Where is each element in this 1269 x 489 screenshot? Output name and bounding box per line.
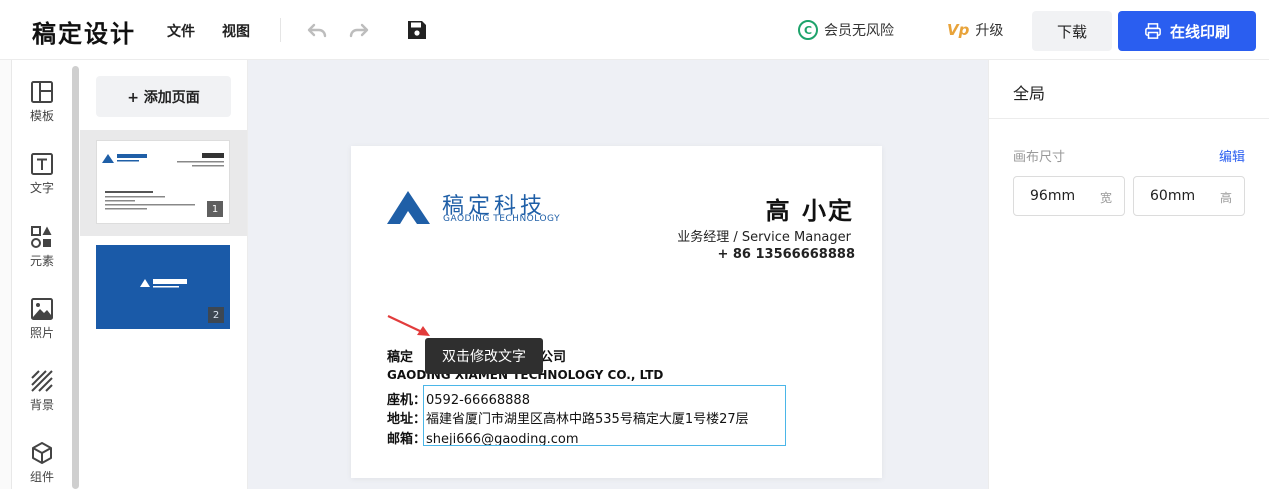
sidebar-item-label: 背景 (29, 398, 54, 412)
upgrade-label: 升级 (975, 23, 1004, 39)
menu-view[interactable]: 视图 (222, 21, 250, 41)
sidebar-item-label: 元素 (29, 254, 54, 268)
page-thumb-2[interactable]: 2 (96, 245, 230, 329)
height-unit-label: 高 (1219, 191, 1232, 205)
upgrade-link[interactable]: Vp 升级 (947, 20, 1003, 40)
address-label: 地址： (387, 412, 427, 427)
properties-panel: 全局 画布尺寸 编辑 96mm 宽 60mm 高 (988, 60, 1269, 489)
card-person-name[interactable]: 高 小定 (766, 191, 854, 226)
sidebar-item-elements[interactable]: 元素 (12, 225, 72, 269)
canvas-width-input[interactable]: 96mm 宽 (1013, 176, 1125, 216)
sidebar-item-label: 组件 (29, 470, 54, 484)
card-mobile[interactable]: + 86 13566668888 (717, 247, 855, 262)
add-page-button[interactable]: + 添加页面 (96, 76, 231, 117)
sidebar-item-photo[interactable]: 照片 (12, 297, 72, 341)
toolbar-divider (280, 18, 281, 42)
menu-file[interactable]: 文件 (167, 21, 195, 41)
vip-no-risk-link[interactable]: C 会员无风险 (798, 20, 894, 40)
brand-logo-icon[interactable] (387, 190, 432, 225)
template-icon (31, 81, 53, 103)
page-number-badge: 1 (207, 201, 223, 217)
top-bar: 稿定设计 文件 视图 C 会员无风险 Vp 升级 下载 在线印刷 (0, 0, 1269, 60)
canvas-size-edit-link[interactable]: 编辑 (1219, 146, 1245, 165)
pages-panel: + 添加页面 1 2 (80, 60, 248, 489)
card-company-cn[interactable]: 稿定 (387, 346, 413, 365)
background-icon (31, 370, 53, 392)
vip-icon: Vp (947, 21, 970, 39)
page-number-badge: 2 (208, 307, 224, 323)
properties-header: 全局 (989, 60, 1269, 119)
pointer-arrow-icon (387, 315, 430, 336)
sidebar-scrollbar[interactable] (72, 66, 79, 489)
redo-icon[interactable] (347, 18, 371, 42)
canvas-size-label: 画布尺寸 (1013, 150, 1066, 165)
card-brand-en[interactable]: GAODING TECHNOLOGY (443, 214, 560, 224)
vip-no-risk-label: 会员无风险 (824, 23, 894, 39)
download-button[interactable]: 下载 (1032, 11, 1112, 51)
page-thumb-1[interactable]: 1 (96, 140, 230, 224)
online-print-button[interactable]: 在线印刷 (1118, 11, 1256, 51)
properties-title: 全局 (1013, 84, 1046, 103)
undo-icon[interactable] (305, 18, 329, 42)
photo-icon (31, 298, 53, 320)
copyright-shield-icon: C (798, 20, 818, 40)
sidebar-item-label: 文字 (29, 181, 54, 195)
card-company-cn-end[interactable]: 公司 (540, 346, 566, 365)
text-selection-box[interactable] (423, 385, 786, 446)
sidebar-item-component[interactable]: 组件 (12, 441, 72, 485)
width-unit-label: 宽 (1099, 191, 1112, 205)
email-label: 邮箱： (387, 432, 427, 447)
save-icon[interactable] (405, 18, 429, 42)
printer-icon (1145, 23, 1161, 39)
text-icon (31, 153, 53, 175)
card-person-title[interactable]: 业务经理 / Service Manager (677, 226, 851, 245)
sidebar-item-label: 模板 (29, 109, 54, 123)
sidebar-item-background[interactable]: 背景 (12, 369, 72, 413)
canvas-height-input[interactable]: 60mm 高 (1133, 176, 1245, 216)
sidebar-item-label: 照片 (29, 326, 54, 340)
edit-text-tooltip: 双击修改文字 (425, 338, 543, 374)
app-logo[interactable]: 稿定设计 (32, 14, 136, 49)
elements-icon (31, 226, 52, 248)
sidebar-item-text[interactable]: 文字 (12, 152, 72, 196)
online-print-label: 在线印刷 (1169, 22, 1230, 41)
left-edge-strip (0, 0, 12, 489)
sidebar-item-template[interactable]: 模板 (12, 80, 72, 124)
tel-label: 座机： (387, 393, 427, 408)
height-value: 60mm (1150, 188, 1196, 204)
component-icon (32, 442, 52, 464)
tool-sidebar: 模板 文字 元素 照片 背景 组件 (12, 60, 72, 489)
width-value: 96mm (1030, 188, 1076, 204)
